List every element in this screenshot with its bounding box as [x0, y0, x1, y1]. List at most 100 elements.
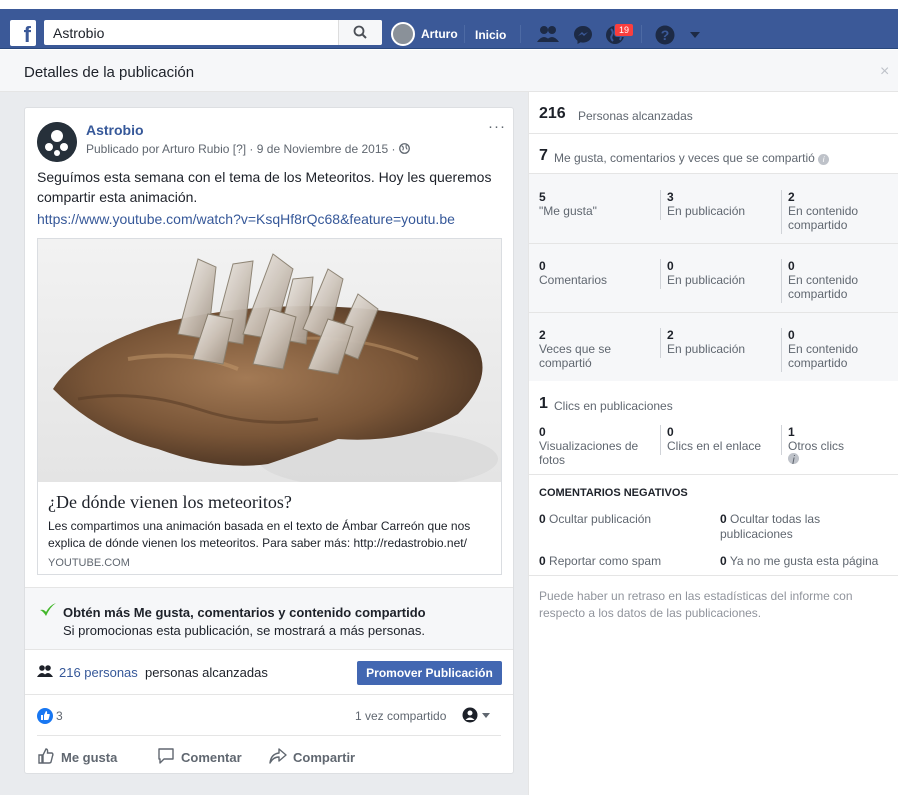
report-spam-value: 0 [539, 554, 546, 568]
reach-label: Personas alcanzadas [578, 109, 693, 123]
photo-views-value: 0 [539, 425, 546, 439]
divider [660, 259, 661, 289]
link-clicks: 0 Clics en el enlace [667, 425, 777, 453]
post-url-link[interactable]: https://www.youtube.com/watch?v=KsqHf8rQ… [37, 211, 455, 227]
comments-on-shares-value: 0 [788, 259, 795, 273]
negative-feedback-title: COMENTARIOS NEGATIVOS [539, 487, 688, 499]
shares-on-post-value: 2 [667, 328, 674, 342]
engagement-breakdown: 5 "Me gusta" 3 En publicación 2 En contenid… [529, 174, 898, 381]
clicks-number: 1 [539, 395, 548, 412]
shares-on-shares: 0 En contenido compartido [788, 328, 893, 370]
friends-icon[interactable] [537, 25, 559, 43]
divider [781, 259, 782, 303]
hide-all-value: 0 [720, 512, 727, 526]
shares-total: 2 Veces que se compartió [539, 328, 654, 370]
divider [781, 425, 782, 455]
home-link[interactable]: Inicio [475, 28, 506, 42]
like-reaction-icon[interactable] [37, 708, 53, 724]
divider [464, 25, 465, 43]
divider [529, 575, 898, 576]
comments-on-post-value: 0 [667, 259, 674, 273]
hide-post-label: Ocultar publicación [549, 512, 652, 526]
shares-total-value: 2 [539, 328, 546, 342]
other-clicks-label-text: Otros clics [788, 439, 845, 453]
divider [660, 425, 661, 455]
promotion-banner: Obtén más Me gusta, comentarios y conten… [25, 587, 513, 650]
shares-on-shares-value: 0 [788, 328, 795, 342]
people-icon [37, 665, 53, 677]
search-button[interactable] [338, 20, 382, 45]
share-button[interactable]: Compartir [269, 747, 355, 765]
post-actions-bar: Me gusta Comentar Compartir [37, 735, 501, 775]
hide-all-label: Ocultar todas las publicaciones [720, 512, 821, 541]
likes-on-shares-value: 2 [788, 190, 795, 204]
share-icon [269, 748, 287, 764]
link-clicks-value: 0 [667, 425, 674, 439]
info-icon[interactable]: i [788, 453, 799, 467]
facebook-logo[interactable]: f [10, 20, 36, 46]
other-clicks-label: Otros clics i [788, 439, 893, 467]
like-button[interactable]: Me gusta [37, 747, 117, 765]
photo-views-label: Visualizaciones de fotos [539, 439, 639, 467]
messenger-icon[interactable] [573, 25, 593, 45]
promotion-subtitle: Si promocionas esta publicación, se most… [63, 623, 426, 638]
comments-total-value: 0 [539, 259, 546, 273]
likes-on-post: 3 En publicación [667, 190, 777, 218]
reach-people-link[interactable]: 216 personas [59, 665, 138, 680]
meteorite-crystal-image [53, 253, 498, 482]
more-options-icon[interactable]: ··· [488, 118, 506, 135]
post-insights-pane: 216 Personas alcanzadas 7 Me gusta, come… [528, 92, 898, 795]
shares-on-post: 2 En publicación [667, 328, 777, 356]
report-spam-label: Reportar como spam [549, 554, 662, 568]
comments-on-post-label: En publicación [667, 273, 746, 287]
reach-number: 216 [539, 105, 566, 122]
notification-count-badge: 19 [614, 23, 635, 37]
likes-on-shares: 2 En contenido compartido [788, 190, 893, 232]
clicks-label: Clics en publicaciones [554, 399, 673, 413]
share-count[interactable]: 1 vez compartido [355, 709, 446, 723]
audience-selector-icon[interactable] [462, 707, 492, 723]
reach-summary: 216 Personas alcanzadas [529, 92, 898, 134]
divider [520, 25, 521, 43]
search-input-value: Astrobio [53, 25, 105, 41]
other-clicks-value: 1 [788, 425, 795, 439]
engagement-number: 7 [539, 147, 548, 164]
link-domain: YOUTUBE.COM [48, 557, 130, 569]
caret-down-icon[interactable] [689, 31, 701, 39]
divider [781, 328, 782, 372]
engagement-label: Me gusta, comentarios y veces que se com… [554, 151, 830, 165]
link-preview-image[interactable] [38, 239, 501, 482]
likes-on-shares-label: En contenido compartido [788, 204, 859, 232]
comment-label: Comentar [181, 750, 242, 765]
likes-on-post-label: En publicación [667, 204, 746, 218]
link-clicks-label: Clics en el enlace [667, 439, 762, 453]
comments-on-shares: 0 En contenido compartido [788, 259, 893, 301]
top-navigation-bar: f Astrobio Arturo Inicio 19 ? [0, 9, 898, 49]
link-preview-card[interactable]: ¿De dónde vienen los meteoritos? Les com… [37, 238, 502, 575]
page-avatar[interactable] [37, 122, 77, 162]
close-icon[interactable]: × [880, 63, 889, 81]
stats-delay-note: Puede haber un retraso en las estadístic… [539, 589, 853, 620]
post-card: Astrobio Publicado por Arturo Rubio [?] … [24, 107, 514, 774]
like-count[interactable]: 3 [56, 709, 63, 723]
link-title[interactable]: ¿De dónde vienen los meteoritos? [48, 492, 292, 513]
page-name-link[interactable]: Astrobio [86, 122, 144, 138]
shares-total-label: Veces que se compartió [539, 342, 612, 370]
post-meta: Publicado por Arturo Rubio [?] · 9 de No… [86, 142, 410, 156]
photo-views: 0 Visualizaciones de fotos [539, 425, 654, 467]
globe-privacy-icon[interactable] [398, 143, 410, 154]
comment-button[interactable]: Comentar [157, 747, 242, 765]
reach-label: personas alcanzadas [145, 665, 268, 680]
reactions-row: 3 1 vez compartido [25, 698, 513, 732]
divider [529, 312, 898, 313]
hide-post-stat: 0 Ocultar publicación [539, 512, 651, 527]
search-input[interactable]: Astrobio [44, 20, 382, 45]
user-name: Arturo [421, 27, 458, 41]
shares-on-shares-label: En contenido compartido [788, 342, 859, 370]
info-icon[interactable]: i [818, 154, 830, 165]
help-icon[interactable]: ? [655, 25, 675, 45]
promote-post-button[interactable]: Promover Publicación [357, 661, 502, 685]
post-text: Seguímos esta semana con el tema de los … [37, 169, 492, 205]
unlike-page-value: 0 [720, 554, 727, 568]
clicks-section: 1 Clics en publicaciones 0 Visualizacione… [529, 381, 898, 475]
